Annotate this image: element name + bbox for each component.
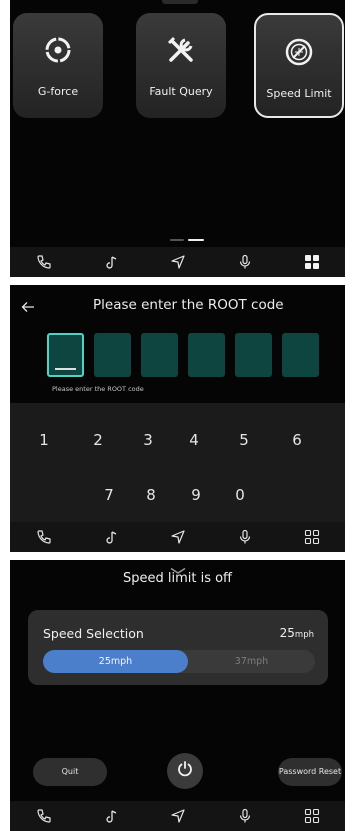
key-1[interactable]: 1 <box>24 431 64 449</box>
status-title: Speed limit is off <box>122 571 233 586</box>
key-8[interactable]: 8 <box>131 486 171 504</box>
top-handle[interactable] <box>162 0 198 4</box>
target-icon <box>41 33 75 67</box>
key-0[interactable]: 0 <box>220 486 260 504</box>
speed-selection-card: Speed Selection 25mph 25mph 37mph <box>28 610 328 685</box>
speed-option-25[interactable]: 25mph <box>43 650 188 673</box>
microphone-icon[interactable] <box>233 525 257 549</box>
root-header: Please enter the ROOT code <box>10 295 345 319</box>
phone-icon[interactable] <box>32 804 56 828</box>
key-2[interactable]: 2 <box>78 431 118 449</box>
tile-g-force[interactable]: G-force <box>13 13 103 118</box>
speed-selection-label: Speed Selection <box>43 626 144 641</box>
apps-grid-icon[interactable] <box>300 804 324 828</box>
power-icon <box>176 760 194 782</box>
music-icon[interactable] <box>99 804 123 828</box>
back-arrow-icon[interactable] <box>20 299 36 313</box>
speed-value-number: 25 <box>279 626 295 640</box>
microphone-icon[interactable] <box>233 804 257 828</box>
code-input[interactable] <box>47 333 319 377</box>
speed-segmented-control: 25mph 37mph <box>43 650 315 673</box>
code-digit-box[interactable] <box>47 333 84 377</box>
apps-panel: G-force Fault Query Speed Limit <box>10 0 345 277</box>
key-3[interactable]: 3 <box>128 431 168 449</box>
code-digit-box[interactable] <box>282 333 319 377</box>
code-digit-box[interactable] <box>94 333 131 377</box>
tile-fault-query[interactable]: Fault Query <box>136 13 226 118</box>
phone-icon[interactable] <box>32 250 56 274</box>
tools-icon <box>164 33 198 67</box>
code-hint: Please enter the ROOT code <box>52 385 144 393</box>
power-button[interactable] <box>167 753 203 789</box>
navigation-icon[interactable] <box>166 525 190 549</box>
speed-limit-panel: Speed limit is off Speed Selection 25mph… <box>10 560 345 831</box>
quit-button[interactable]: Quit <box>33 758 107 786</box>
speed-limit-icon <box>282 35 316 69</box>
speed-option-37[interactable]: 37mph <box>188 650 315 673</box>
key-4[interactable]: 4 <box>174 431 214 449</box>
speed-selection-value: 25mph <box>280 626 314 640</box>
page-dot[interactable] <box>170 239 184 241</box>
page-indicator <box>170 239 204 241</box>
phone-icon[interactable] <box>32 525 56 549</box>
page-title: Please enter the ROOT code <box>93 297 284 313</box>
apps-grid-icon[interactable] <box>300 250 324 274</box>
root-code-panel: Please enter the ROOT code Please enter … <box>10 285 345 552</box>
tile-label: Speed Limit <box>266 87 332 100</box>
speed-value-unit: mph <box>294 630 314 640</box>
page-dot-active[interactable] <box>188 239 204 241</box>
tile-label: G-force <box>37 85 79 98</box>
bottom-dock <box>10 247 345 277</box>
tile-label: Fault Query <box>149 85 213 98</box>
apps-grid-icon[interactable] <box>300 525 324 549</box>
navigation-icon[interactable] <box>166 250 190 274</box>
music-icon[interactable] <box>99 525 123 549</box>
key-7[interactable]: 7 <box>89 486 129 504</box>
key-9[interactable]: 9 <box>176 486 216 504</box>
music-icon[interactable] <box>99 250 123 274</box>
chevron-down-icon[interactable] <box>169 560 187 574</box>
navigation-icon[interactable] <box>166 804 190 828</box>
bottom-dock <box>10 522 345 552</box>
key-6[interactable]: 6 <box>277 431 317 449</box>
code-digit-box[interactable] <box>235 333 272 377</box>
tile-speed-limit[interactable]: Speed Limit <box>254 13 344 118</box>
microphone-icon[interactable] <box>233 250 257 274</box>
password-reset-button[interactable]: Password Reset <box>278 758 342 786</box>
key-5[interactable]: 5 <box>224 431 264 449</box>
code-digit-box[interactable] <box>141 333 178 377</box>
code-digit-box[interactable] <box>188 333 225 377</box>
number-keypad: 1 2 3 4 5 6 7 8 9 0 <box>10 403 345 522</box>
bottom-dock <box>10 801 345 831</box>
